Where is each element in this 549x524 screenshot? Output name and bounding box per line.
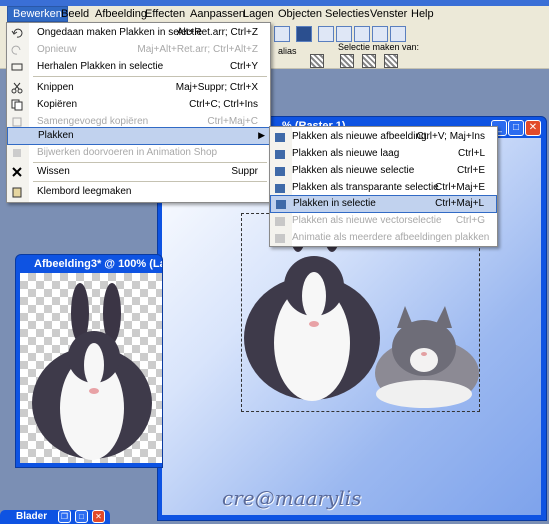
toolbar-icon-6[interactable] xyxy=(372,26,388,42)
separator xyxy=(33,162,267,163)
paste-icon xyxy=(274,232,286,244)
menu-item-cut[interactable]: Knippen Maj+Suppr; Ctrl+X xyxy=(7,80,270,96)
palette-close-button[interactable]: ✕ xyxy=(92,510,105,523)
window-title: Afbeelding3* @ 100% (Laye xyxy=(34,258,162,270)
maximize-button[interactable]: □ xyxy=(508,120,524,136)
menu-item-redo[interactable]: Opnieuw Maj+Alt+Ret.arr; Ctrl+Alt+Z xyxy=(7,42,270,58)
submenu-item-paste-transparent[interactable]: Plakken als transparante selectie Ctrl+M… xyxy=(270,180,497,196)
browser-palette[interactable]: Blader ❐ □ ✕ xyxy=(0,510,110,524)
animation-icon xyxy=(11,147,23,159)
selection-mode-icon[interactable] xyxy=(310,54,324,68)
paste-icon xyxy=(274,131,286,143)
redo-icon xyxy=(11,44,23,56)
menu-effecten[interactable]: Effecten xyxy=(140,7,190,21)
alias-label: alias xyxy=(278,46,297,56)
scissors-icon xyxy=(11,82,23,94)
menu-item-paste[interactable]: Plakken ▶ xyxy=(7,127,270,145)
submenu-item-paste-new-layer[interactable]: Plakken als nieuwe laag Ctrl+L xyxy=(270,146,497,162)
repeat-icon xyxy=(11,61,23,73)
menu-item-repeat[interactable]: Herhalen Plakken in selectie Ctrl+Y xyxy=(7,59,270,75)
toolbar-icon-7[interactable] xyxy=(390,26,406,42)
paste-submenu: Plakken als nieuwe afbeelding Ctrl+V; Ma… xyxy=(269,126,498,247)
menu-bar: Bewerken Beeld Afbeelding Effecten Aanpa… xyxy=(0,6,549,23)
paste-icon xyxy=(274,165,286,177)
palette-minimize-button[interactable]: □ xyxy=(75,510,88,523)
separator xyxy=(33,76,267,77)
select-source-icon-2[interactable] xyxy=(362,54,376,68)
toolbar-icon-5[interactable] xyxy=(354,26,370,42)
palette-restore-button[interactable]: ❐ xyxy=(58,510,71,523)
palette-title: Blader xyxy=(16,511,48,522)
submenu-arrow-icon: ▶ xyxy=(258,130,265,140)
paste-icon xyxy=(274,182,286,194)
toolbar-icon-1[interactable] xyxy=(274,26,290,42)
rabbit-image xyxy=(32,283,152,460)
submenu-item-paste-vector[interactable]: Plakken als nieuwe vectorselectie Ctrl+G xyxy=(270,213,497,229)
paste-icon xyxy=(274,148,286,160)
watermark-text: cre@maarylis xyxy=(222,486,362,510)
edit-menu: Ongedaan maken Plakken in selectie Alt+R… xyxy=(6,22,271,203)
delete-icon xyxy=(11,166,23,178)
toolbar-icon-3[interactable] xyxy=(318,26,334,42)
submenu-item-paste-new-image[interactable]: Plakken als nieuwe afbeelding Ctrl+V; Ma… xyxy=(270,129,497,145)
copy-icon xyxy=(11,99,23,111)
image-window-small[interactable]: Afbeelding3* @ 100% (Laye xyxy=(15,254,163,468)
menu-help[interactable]: Help xyxy=(406,7,439,21)
close-button[interactable]: ✕ xyxy=(525,120,541,136)
menu-item-copy[interactable]: Kopiëren Ctrl+C; Ctrl+Ins xyxy=(7,97,270,113)
menu-item-clear-clipboard[interactable]: Klembord leegmaken xyxy=(7,184,270,200)
menu-beeld[interactable]: Beeld xyxy=(56,7,94,21)
transparent-canvas[interactable] xyxy=(20,273,162,463)
submenu-item-paste-into-selection[interactable]: Plakken in selectie Ctrl+Maj+L xyxy=(270,195,497,213)
select-source-icon-3[interactable] xyxy=(384,54,398,68)
submenu-item-paste-animation[interactable]: Animatie als meerdere afbeeldingen plakk… xyxy=(270,230,497,246)
toolbar-icon-4[interactable] xyxy=(336,26,352,42)
toolbar-icon-2[interactable] xyxy=(296,26,312,42)
menu-item-undo[interactable]: Ongedaan maken Plakken in selectie Alt+R… xyxy=(7,25,270,41)
separator xyxy=(33,181,267,182)
clipboard-icon xyxy=(11,186,23,198)
selection-source-label: Selectie maken van: xyxy=(338,42,420,52)
select-source-icon-1[interactable] xyxy=(340,54,354,68)
menu-objecten[interactable]: Objecten xyxy=(273,7,327,21)
undo-icon xyxy=(11,27,23,39)
menu-item-delete[interactable]: Wissen Suppr xyxy=(7,164,270,180)
paste-icon xyxy=(275,198,287,210)
menu-item-animation-shop[interactable]: Bijwerken doorvoeren in Animation Shop xyxy=(7,145,270,161)
paste-icon xyxy=(274,215,286,227)
submenu-item-paste-new-selection[interactable]: Plakken als nieuwe selectie Ctrl+E xyxy=(270,163,497,179)
